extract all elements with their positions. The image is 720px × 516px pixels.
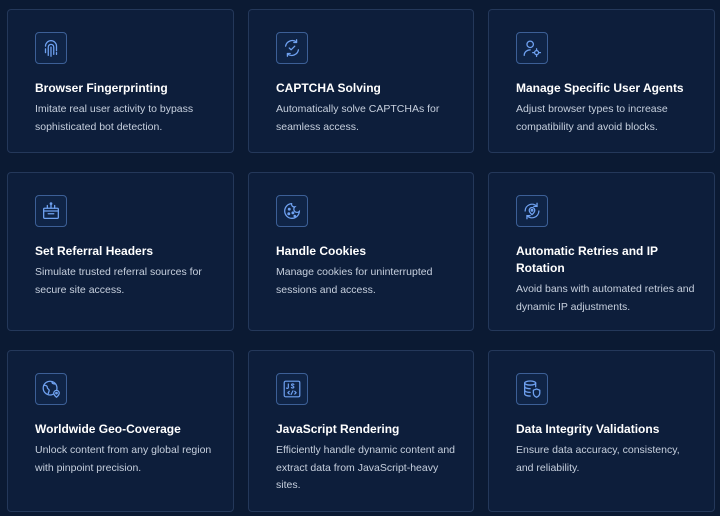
feature-card-handle-cookies: Handle Cookies Manage cookies for uninte… (248, 172, 474, 331)
feature-card-data-integrity: Data Integrity Validations Ensure data a… (488, 350, 715, 512)
fingerprint-icon (35, 32, 67, 64)
feature-description: Imitate real user activity to bypass sop… (35, 103, 194, 133)
feature-title: Data Integrity Validations (516, 422, 660, 436)
feature-description: Automatically solve CAPTCHAs for seamles… (276, 103, 440, 133)
feature-description: Ensure data accuracy, consistency, and r… (516, 444, 680, 474)
js-code-icon (276, 373, 308, 405)
feature-description: Efficiently handle dynamic content and e… (276, 444, 456, 491)
feature-description: Simulate trusted referral sources for se… (35, 266, 202, 296)
feature-title: JavaScript Rendering (276, 422, 400, 436)
feature-description: Unlock content from any global region wi… (35, 444, 212, 474)
feature-title: Automatic Retries and IP Rotation (516, 244, 658, 275)
feature-title: Worldwide Geo-Coverage (35, 422, 181, 436)
globe-pin-icon (35, 373, 67, 405)
user-gear-icon (516, 32, 548, 64)
browser-window-icon (35, 195, 67, 227)
feature-card-javascript-rendering: JavaScript Rendering Efficiently handle … (248, 350, 474, 512)
cookie-icon (276, 195, 308, 227)
feature-title: Handle Cookies (276, 244, 367, 258)
feature-card-manage-user-agents: Manage Specific User Agents Adjust brows… (488, 9, 715, 153)
captcha-icon (276, 32, 308, 64)
feature-card-referral-headers: Set Referral Headers Simulate trusted re… (7, 172, 234, 331)
feature-card-retries-ip-rotation: Automatic Retries and IP Rotation Avoid … (488, 172, 715, 331)
feature-card-browser-fingerprinting: Browser Fingerprinting Imitate real user… (7, 9, 234, 153)
feature-title: Set Referral Headers (35, 244, 154, 258)
feature-title: Browser Fingerprinting (35, 81, 168, 95)
rotation-location-icon (516, 195, 548, 227)
feature-description: Manage cookies for uninterrupted session… (276, 266, 433, 296)
database-shield-icon (516, 373, 548, 405)
feature-description: Avoid bans with automated retries and dy… (516, 283, 695, 313)
feature-card-geo-coverage: Worldwide Geo-Coverage Unlock content fr… (7, 350, 234, 512)
feature-description: Adjust browser types to increase compati… (516, 103, 668, 133)
feature-card-captcha-solving: CAPTCHA Solving Automatically solve CAPT… (248, 9, 474, 153)
feature-title: CAPTCHA Solving (276, 81, 381, 95)
feature-title: Manage Specific User Agents (516, 81, 684, 95)
